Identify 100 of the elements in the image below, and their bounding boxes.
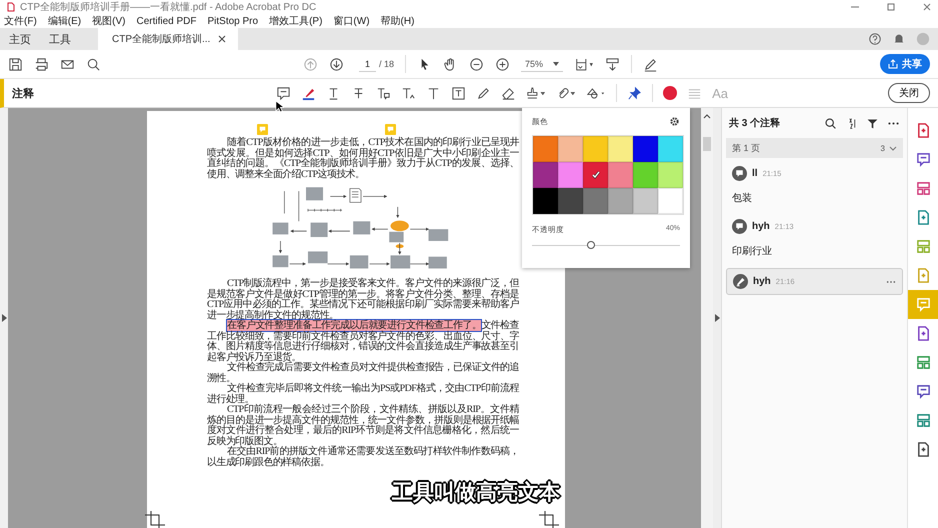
stamp-icon[interactable] (526, 86, 546, 100)
replace-text-icon[interactable] (376, 86, 392, 100)
caret-icon (553, 62, 560, 66)
slider-thumb[interactable] (587, 241, 596, 249)
color-swatch[interactable] (633, 136, 658, 162)
restore-icon[interactable] (886, 2, 896, 12)
settings-icon[interactable] (669, 116, 680, 127)
color-swatch[interactable] (558, 188, 583, 214)
highlighted-text[interactable]: 在客户文件整理准备工作完成以后就要进行文件检查工作了。 (227, 320, 482, 331)
zoom-out-icon[interactable] (469, 56, 484, 72)
color-swatch[interactable] (658, 188, 683, 214)
share-button[interactable]: 共享 (880, 54, 930, 74)
search-icon[interactable] (824, 116, 837, 130)
check-icon (590, 170, 600, 180)
color-swatch[interactable] (558, 136, 583, 162)
print-icon[interactable] (34, 56, 49, 72)
body-paragraph: 文件检查完成后需要文件检查员对文件提供检查报告，已保证文件的追溯性。 (207, 363, 519, 384)
menu-item[interactable]: 帮助(H) (380, 14, 414, 28)
document-plus-icon (916, 326, 930, 341)
crop-mark-icon (145, 511, 165, 528)
layout-icon (916, 181, 930, 196)
tab[interactable]: CTP全能制版师培训... (98, 28, 238, 50)
document-plus-icon (916, 442, 930, 457)
color-swatch[interactable] (633, 188, 658, 214)
color-swatch[interactable] (608, 162, 633, 188)
body-paragraph: 在交由RIP前的拼版文件通常还需要发送至数码打样软件制作数码稿，以生成印刷跟色的样稿依据。 (207, 447, 519, 468)
body-paragraph: CTP制版流程中，第一步是接受客来文件。客户文件的来源很广泛，但是规范客户文件是做好CTP管理的第一步。将客户文件分类、整理、存档是CTP应用中必须的工作。某些情况下还可能根据印刷厂实际需要来帮助客户进一步提高制作文件的规范性。 (207, 279, 519, 320)
speech-bubble-icon (916, 384, 930, 399)
chevron-down-icon[interactable] (889, 144, 897, 152)
fit-page-icon[interactable] (574, 56, 594, 72)
pin-icon[interactable] (627, 86, 642, 100)
zoom-in-icon[interactable] (495, 56, 510, 72)
color-swatch[interactable] (533, 136, 558, 162)
comment-author: hyh (752, 221, 770, 232)
text-box-icon[interactable] (451, 86, 466, 100)
filter-icon[interactable] (866, 116, 879, 130)
close-icon[interactable] (922, 2, 932, 12)
color-swatch[interactable] (533, 188, 558, 214)
color-swatch[interactable] (608, 188, 633, 214)
comment-text: 印刷行业 (732, 244, 773, 258)
comment-marker-icon[interactable] (385, 124, 396, 135)
insert-text-icon[interactable] (401, 86, 416, 100)
document-plus-icon (916, 123, 930, 138)
close-button[interactable]: 关闭 (888, 83, 930, 103)
color-swatch[interactable] (658, 136, 683, 162)
menu-item[interactable]: 增效工具(P) (269, 14, 322, 28)
body-paragraph: 随着CTP版材价格的进一步走低，CTP技术在国内的印刷行业已呈现井喷式发展。但是如何选择CTP、如何用好CTP依旧是广大中小印刷企业主一直纠结的问题。《CTP全能制版师培训手册》致力于从CTP的发展、选择、使用、调整来全面介绍CTP这项技术。 (207, 138, 519, 180)
comment-marker-icon[interactable] (257, 124, 268, 135)
page-group-header[interactable]: 第 1 页 3 (726, 138, 903, 158)
crop-mark-icon (539, 511, 559, 528)
next-page-icon[interactable] (329, 56, 344, 72)
save-icon[interactable] (8, 56, 23, 72)
scroll-mode-icon[interactable] (605, 56, 620, 72)
pdf-app-icon (6, 2, 16, 12)
speech-bubble-icon (916, 297, 930, 312)
color-swatch[interactable] (558, 162, 583, 188)
color-swatch[interactable] (608, 136, 633, 162)
search-icon[interactable] (86, 56, 101, 72)
menu-item[interactable]: 编辑(E) (48, 14, 82, 28)
comment-author: hyh (753, 276, 771, 287)
sticky-note-icon[interactable] (276, 86, 292, 100)
menu-item[interactable]: 视图(V) (92, 14, 126, 28)
color-swatch[interactable] (583, 162, 608, 188)
color-swatch[interactable] (583, 136, 608, 162)
pencil-icon[interactable] (476, 86, 492, 100)
window-title: CTP全能制版师培训手册——一看就懂.pdf - Adobe Acrobat Pro DC (20, 0, 316, 14)
comment-toolbar-title: 注释 (12, 86, 34, 100)
comment-author: ll (752, 168, 758, 179)
page-group-label: 第 1 页 (732, 142, 760, 154)
page-count: / 18 (379, 59, 394, 69)
page-number-field[interactable]: 1 (359, 56, 376, 72)
color-button[interactable] (663, 86, 678, 100)
highlight-comment-icon (733, 274, 748, 289)
tab[interactable]: 工具 (40, 28, 80, 50)
close-icon[interactable] (218, 35, 226, 43)
menu-item[interactable]: Certified PDF (136, 16, 196, 26)
color-swatch[interactable] (533, 162, 558, 188)
eraser-icon[interactable] (501, 86, 516, 100)
layout-icon (916, 239, 930, 254)
tab[interactable]: 主页 (0, 28, 40, 50)
zoom-dropdown[interactable]: 75% (521, 56, 564, 72)
video-subtitle: 工具叫做高亮文本 (392, 478, 560, 506)
layout-icon (916, 355, 930, 370)
vertical-scrollbar[interactable] (701, 108, 713, 528)
menu-item[interactable]: 窗口(W) (333, 14, 370, 28)
sign-pen-icon[interactable] (643, 56, 658, 72)
shapes-icon[interactable] (586, 86, 606, 100)
layout-icon (916, 413, 930, 428)
scroll-thumb[interactable] (703, 137, 711, 151)
scroll-up-icon[interactable] (703, 114, 711, 119)
color-swatch[interactable] (583, 188, 608, 214)
body-paragraph: CTP印前流程一般会经过三个阶段，文件精练、拼版以及RIP。文件精炼的目的是进一步提高文件的规范性，统一文件参数，拼版则是根据开纸幅度对文件进行整合处理，最后的RIP环节则是将文件信息栅格化，然后统一反映为印版图文。 (207, 405, 519, 446)
document-plus-icon (916, 268, 930, 283)
speech-bubble-icon (916, 152, 930, 167)
color-swatch[interactable] (658, 162, 683, 188)
color-swatch[interactable] (633, 162, 658, 188)
menu-item[interactable]: 文件(F) (4, 14, 37, 28)
help-icon[interactable] (868, 32, 882, 46)
body-paragraph: 文件检查完毕后即将文件统一输出为PS或PDF格式，交由CTP印前流程进行处理。 (207, 384, 519, 404)
menu-item[interactable]: PitStop Pro (207, 16, 258, 26)
